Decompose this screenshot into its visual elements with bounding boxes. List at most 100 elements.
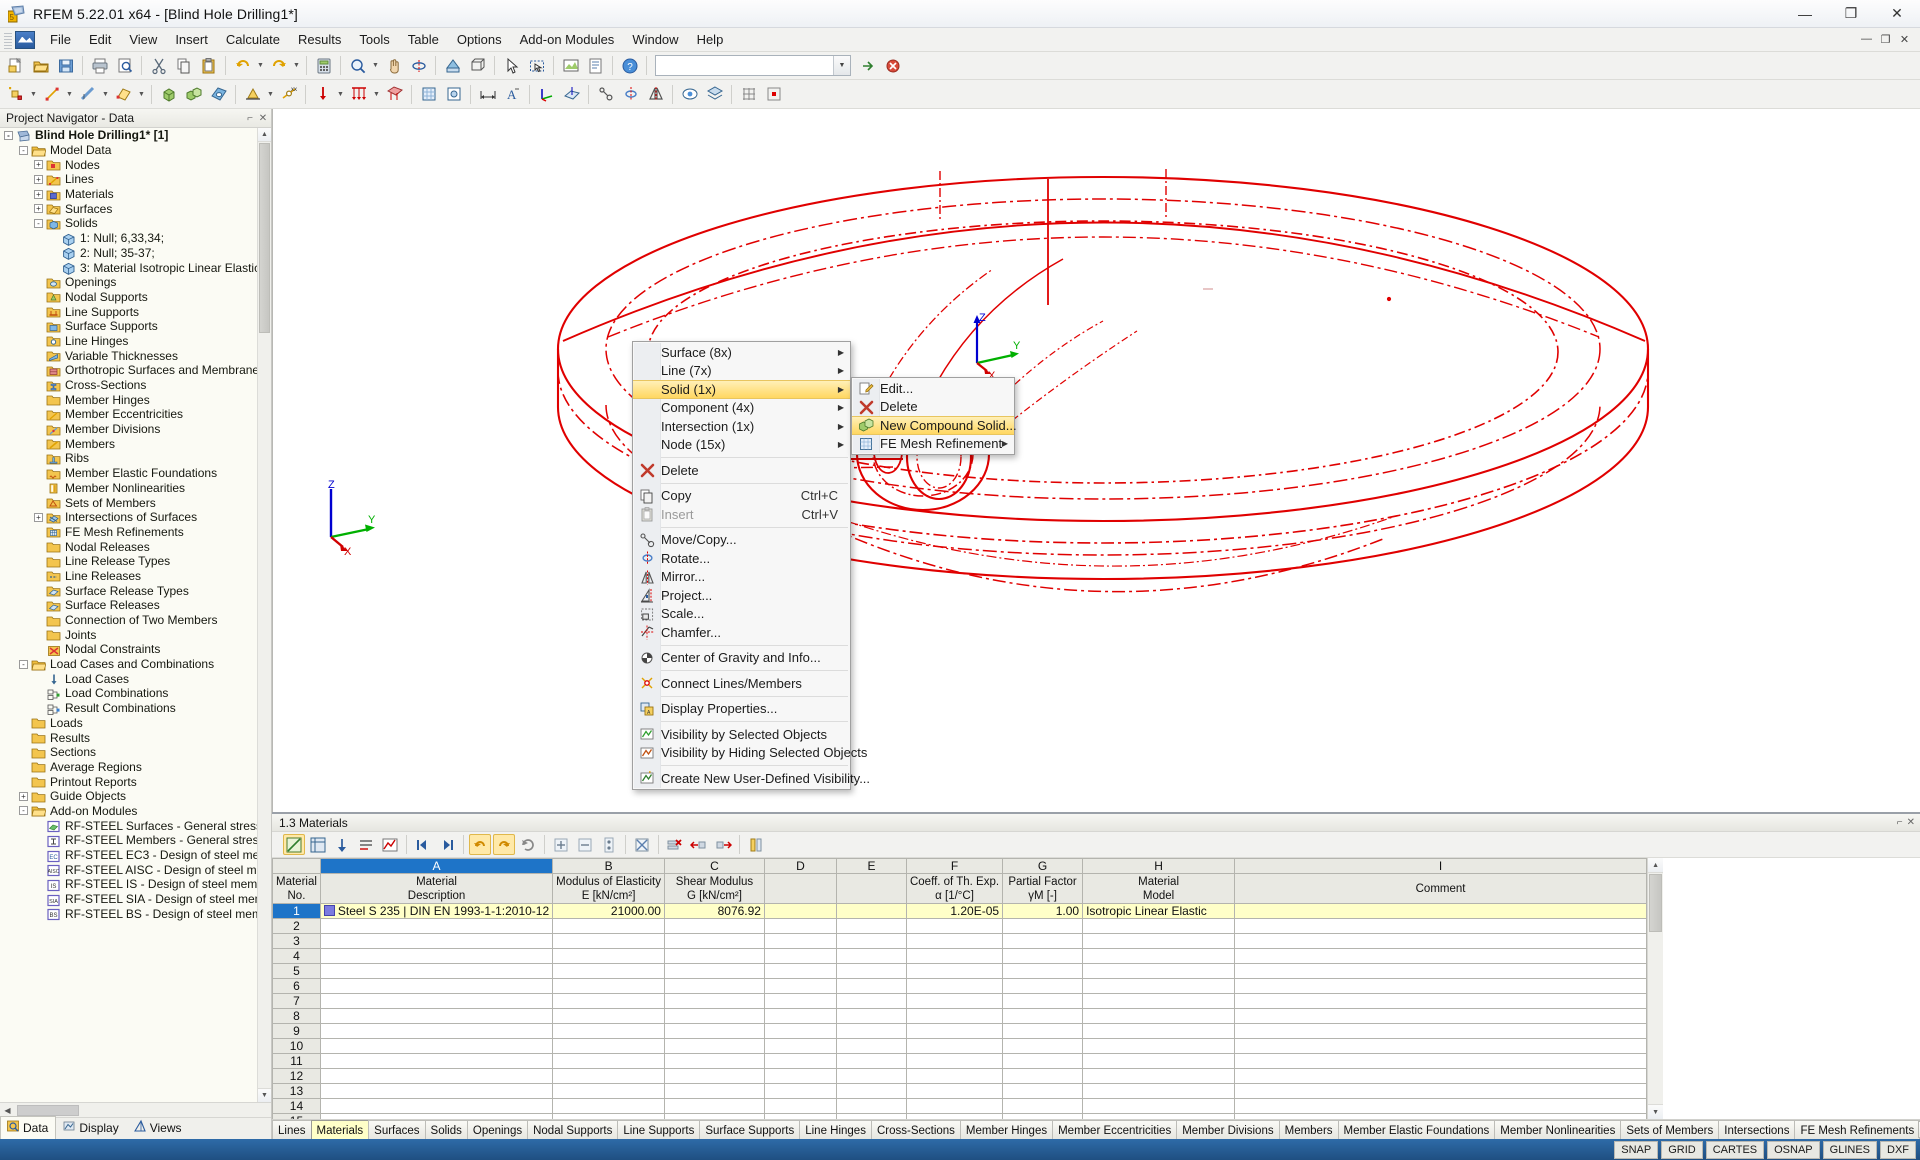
row-number-cell[interactable]: 6 xyxy=(273,979,321,994)
grid-tab-lines[interactable]: Lines xyxy=(272,1120,312,1139)
table-refresh-icon[interactable] xyxy=(517,834,539,855)
grid-cell[interactable] xyxy=(1003,1039,1083,1054)
grid-tab-surfaces[interactable]: Surfaces xyxy=(368,1120,425,1139)
table-row[interactable]: 8 xyxy=(273,1009,1647,1024)
grid-cell[interactable] xyxy=(1003,994,1083,1009)
tree-item-joints[interactable]: Joints xyxy=(0,627,257,642)
grid-cell[interactable] xyxy=(1003,964,1083,979)
grid-tab-member-eccentricities[interactable]: Member Eccentricities xyxy=(1052,1120,1177,1139)
row-number-cell[interactable]: 9 xyxy=(273,1024,321,1039)
rotate-view-icon[interactable] xyxy=(407,54,430,77)
mdi-minimize-button[interactable]: — xyxy=(1857,33,1876,46)
tree-item-line-supports[interactable]: Line Supports xyxy=(0,304,257,319)
row-number-cell[interactable]: 5 xyxy=(273,964,321,979)
grid-cell[interactable] xyxy=(320,1054,552,1069)
layers-icon[interactable] xyxy=(703,83,726,106)
close-button[interactable]: ✕ xyxy=(1874,0,1920,28)
pan-icon[interactable] xyxy=(382,54,405,77)
tree-item-blind-hole-drilling1-1-[interactable]: -Blind Hole Drilling1* [1] xyxy=(0,128,257,143)
tree-item-nodal-releases[interactable]: Nodal Releases xyxy=(0,539,257,554)
grid-scroll-up[interactable]: ▲ xyxy=(1648,858,1663,873)
text-annotation-icon[interactable]: A xyxy=(501,83,524,106)
render-icon[interactable] xyxy=(441,54,464,77)
status-chip-cartes[interactable]: CARTES xyxy=(1706,1141,1764,1159)
table-next-icon[interactable] xyxy=(436,834,458,855)
grid-cell[interactable] xyxy=(664,1054,764,1069)
grid-cell[interactable] xyxy=(906,979,1002,994)
grid-cell[interactable] xyxy=(764,934,836,949)
tree-item-ribs[interactable]: Ribs xyxy=(0,451,257,466)
menu-item-copy[interactable]: CopyCtrl+C xyxy=(633,487,850,506)
grid-cell[interactable] xyxy=(664,1084,764,1099)
menu-item-delete[interactable]: Delete xyxy=(852,398,1014,417)
grid-cell[interactable] xyxy=(664,1039,764,1054)
menu-item-intersection-1x[interactable]: Intersection (1x)▶ xyxy=(633,417,850,436)
table-row[interactable]: 13 xyxy=(273,1084,1647,1099)
navigator-tab-views[interactable]: Views xyxy=(127,1116,190,1139)
print-preview-icon[interactable] xyxy=(113,54,136,77)
grid-cell[interactable] xyxy=(906,1039,1002,1054)
table-row[interactable]: 4 xyxy=(273,949,1647,964)
copy-toolbar-icon[interactable] xyxy=(172,54,195,77)
printout-report-icon[interactable] xyxy=(584,54,607,77)
table-row[interactable]: 7 xyxy=(273,994,1647,1009)
line-dropdown-arrow[interactable]: ▼ xyxy=(64,83,75,106)
grid-cell[interactable] xyxy=(1235,1009,1647,1024)
grid-cell[interactable] xyxy=(836,1039,906,1054)
grid-cell[interactable] xyxy=(320,919,552,934)
hscroll-left-arrow[interactable]: ◀ xyxy=(0,1106,15,1115)
go-icon[interactable] xyxy=(856,54,879,77)
grid-col-letter-H[interactable]: H xyxy=(1083,859,1235,874)
new-member-icon[interactable]: I xyxy=(76,83,99,106)
grid-cell[interactable] xyxy=(1003,1114,1083,1120)
visibility-toolbar-icon[interactable] xyxy=(678,83,701,106)
grid-cell[interactable] xyxy=(764,919,836,934)
expand-icon[interactable]: + xyxy=(34,513,43,522)
grid-cell[interactable] xyxy=(906,1009,1002,1024)
grid-cell[interactable] xyxy=(764,904,836,919)
grid-cell[interactable] xyxy=(764,1024,836,1039)
grid-cell[interactable] xyxy=(764,1114,836,1120)
tree-item-sets-of-members[interactable]: Sets of Members xyxy=(0,495,257,510)
row-number-cell[interactable]: 11 xyxy=(273,1054,321,1069)
row-number-cell[interactable]: 3 xyxy=(273,934,321,949)
zoom-dropdown-arrow[interactable]: ▼ xyxy=(370,54,381,77)
nodal-support-icon[interactable] xyxy=(241,83,264,106)
navigator-close-icon[interactable]: ✕ xyxy=(258,113,268,124)
table-row[interactable]: 10 xyxy=(273,1039,1647,1054)
table-row[interactable]: 9 xyxy=(273,1024,1647,1039)
table-insert-row-icon[interactable] xyxy=(550,834,572,855)
grid-cell[interactable] xyxy=(320,964,552,979)
load-surface-icon[interactable] xyxy=(383,83,406,106)
grid-cell[interactable] xyxy=(1083,1069,1235,1084)
grid-cell[interactable] xyxy=(1003,919,1083,934)
grid-cell[interactable] xyxy=(836,919,906,934)
grid-cell[interactable] xyxy=(553,1054,665,1069)
help-toolbar-icon[interactable]: ? xyxy=(618,54,641,77)
grid-tab-member-hinges[interactable]: Member Hinges xyxy=(960,1120,1053,1139)
grid-cell[interactable] xyxy=(664,934,764,949)
tree-item-add-on-modules[interactable]: -Add-on Modules xyxy=(0,804,257,819)
grid-cell[interactable] xyxy=(553,1084,665,1099)
grid-cell[interactable] xyxy=(1083,994,1235,1009)
undo-dropdown-arrow[interactable]: ▼ xyxy=(255,54,266,77)
grid-cell[interactable] xyxy=(320,1099,552,1114)
table-select-all-icon[interactable] xyxy=(307,834,329,855)
row-number-cell[interactable]: 12 xyxy=(273,1069,321,1084)
grid-cell[interactable] xyxy=(1235,979,1647,994)
navigator-horizontal-scrollbar[interactable]: ◀ xyxy=(0,1102,271,1117)
grid-cell[interactable] xyxy=(320,1009,552,1024)
grid-cell[interactable] xyxy=(1003,1084,1083,1099)
grid-cell[interactable] xyxy=(836,979,906,994)
menu-item-center-of-gravity-and-info[interactable]: Center of Gravity and Info... xyxy=(633,649,850,668)
table-row[interactable]: 15 xyxy=(273,1114,1647,1120)
grid-cell[interactable] xyxy=(836,1054,906,1069)
row-number-cell[interactable]: 10 xyxy=(273,1039,321,1054)
tree-item-member-eccentricities[interactable]: Member Eccentricities xyxy=(0,407,257,422)
grid-cell[interactable] xyxy=(664,1114,764,1120)
menu-item-solid-1x[interactable]: Solid (1x)▶ xyxy=(633,380,850,399)
menu-item-connect-lines-members[interactable]: Connect Lines/Members xyxy=(633,674,850,693)
grid-cell[interactable] xyxy=(764,979,836,994)
grid-cell[interactable] xyxy=(906,994,1002,1009)
navigator-vertical-scrollbar[interactable]: ▲ ▼ xyxy=(257,128,271,1102)
